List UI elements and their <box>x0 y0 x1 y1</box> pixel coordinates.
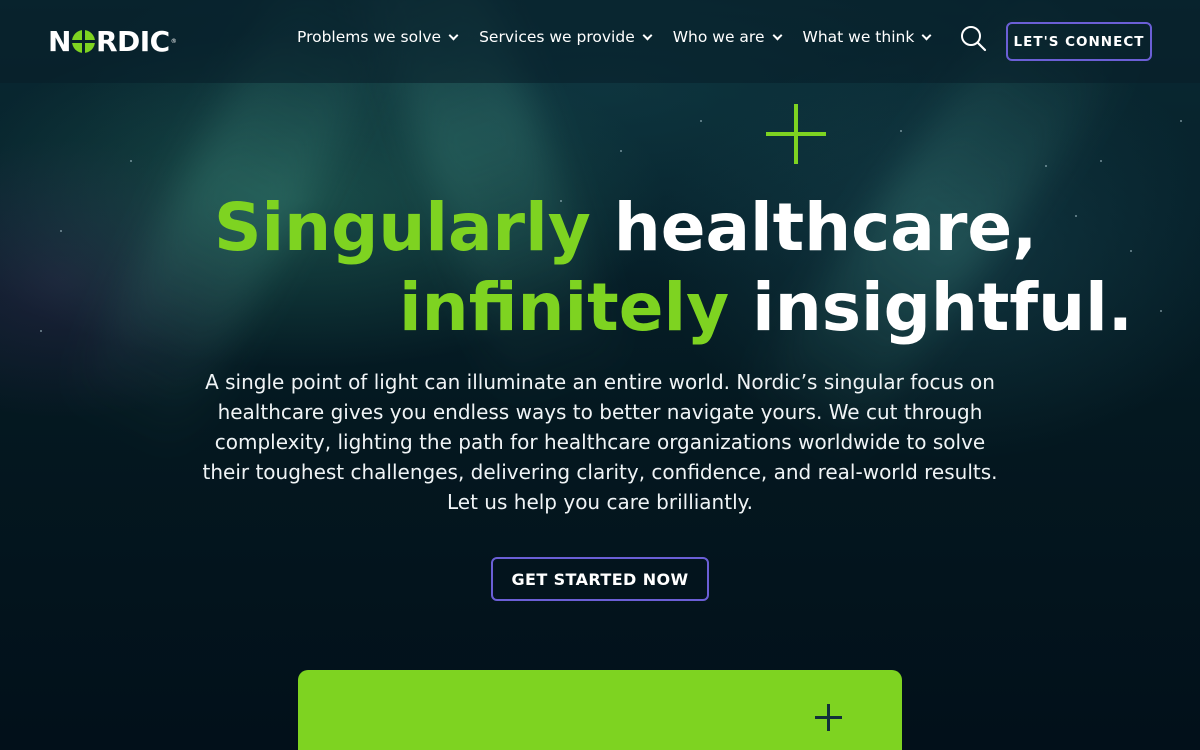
chevron-down-icon <box>642 30 653 40</box>
logo-text-end: RDIC <box>95 24 170 58</box>
nav-problems-we-solve[interactable]: Problems we solve <box>297 28 459 46</box>
headline-accent-word: infinitely <box>399 269 730 346</box>
plus-icon[interactable] <box>815 704 842 731</box>
headline-text: insightful. <box>752 269 1133 346</box>
hero-description: A single point of light can illuminate a… <box>202 370 998 514</box>
main-nav: Problems we solve Services we provide Wh… <box>297 28 952 46</box>
lets-connect-button[interactable]: LET'S CONNECT <box>1006 22 1152 61</box>
nav-label: Who we are <box>672 28 765 46</box>
site-header: N RDIC ® Problems we solve Services we pro… <box>0 0 1200 83</box>
chevron-down-icon <box>448 30 459 40</box>
headline-accent-word: Singularly <box>214 189 591 266</box>
nav-who-we-are[interactable]: Who we are <box>672 28 782 46</box>
nav-services-we-provide[interactable]: Services we provide <box>479 28 653 46</box>
search-icon <box>961 26 987 52</box>
search-button[interactable] <box>959 24 989 54</box>
trademark-mark: ® <box>170 37 177 45</box>
logo-text-start: N <box>48 24 71 58</box>
plus-icon <box>766 104 826 164</box>
nav-label: Services we provide <box>479 28 635 46</box>
nav-what-we-think[interactable]: What we think <box>802 28 932 46</box>
feature-card <box>298 670 902 750</box>
chevron-down-icon <box>921 30 932 40</box>
nav-label: What we think <box>802 28 915 46</box>
headline-text: healthcare, <box>613 189 1038 266</box>
get-started-button[interactable]: GET STARTED NOW <box>491 557 709 601</box>
headline-line-1: Singularly healthcare, <box>214 188 1200 268</box>
logo-plus-icon <box>71 29 95 53</box>
nav-label: Problems we solve <box>297 28 442 46</box>
nordic-logo[interactable]: N RDIC ® <box>48 24 177 58</box>
chevron-down-icon <box>772 30 782 40</box>
headline-line-2: infinitely insightful. <box>399 268 1200 348</box>
